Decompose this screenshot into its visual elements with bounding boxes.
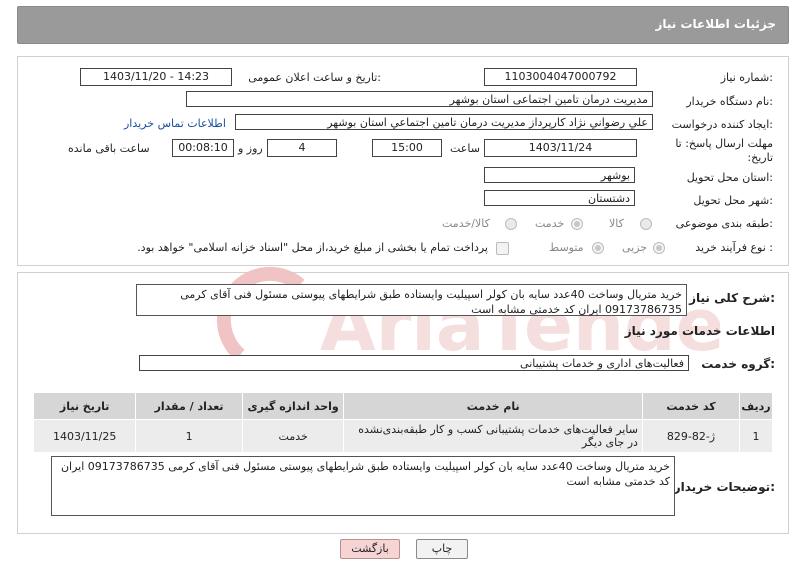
service-group-label: گروه خدمت: xyxy=(701,357,775,371)
services-table: ردیف کد خدمت نام خدمت واحد اندازه گیری ت… xyxy=(32,392,773,453)
process-option-medium: متوسط xyxy=(549,241,584,254)
province-field[interactable]: بوشهر xyxy=(484,167,635,183)
service-group-field[interactable]: فعالیت‌های اداری و خدمات پشتیبانی xyxy=(139,355,689,371)
table-header-row: ردیف کد خدمت نام خدمت واحد اندازه گیری ت… xyxy=(32,392,773,420)
deadline-date-field[interactable]: 1403/11/24 xyxy=(484,139,637,157)
deadline-label: مهلت ارسال پاسخ: تا تاریخ: xyxy=(675,137,773,164)
page-title: جزئیات اطلاعات نیاز xyxy=(655,17,776,31)
buyer-notes-label: توضیحات خریدار: xyxy=(673,480,775,494)
category-radio-goods[interactable] xyxy=(640,218,652,230)
city-label: شهر محل تحویل: xyxy=(693,194,773,207)
creator-field[interactable]: علي رضواني نژاد كارپرداز مديريت درمان تا… xyxy=(235,114,653,130)
col-unit: واحد اندازه گیری xyxy=(241,392,345,420)
creator-label: ایجاد کننده درخواست: xyxy=(671,118,773,131)
cell-row: 1 xyxy=(739,419,773,453)
deadline-time-field[interactable]: 15:00 xyxy=(372,139,442,157)
time-label: ساعت xyxy=(450,142,480,155)
cell-need-date: 1403/11/25 xyxy=(32,419,137,453)
process-label: نوع فرآیند خرید : xyxy=(695,241,773,254)
print-button[interactable]: چاپ xyxy=(416,539,468,559)
col-row: ردیف xyxy=(739,392,773,420)
category-label: طبقه بندی موضوعی: xyxy=(675,217,773,230)
category-option-service: خدمت xyxy=(535,217,565,230)
days-field[interactable]: 4 xyxy=(267,139,337,157)
buyer-notes-textarea[interactable]: خرید متریال وساخت 40عدد سایه بان کولر اس… xyxy=(51,456,675,516)
category-radio-service[interactable] xyxy=(571,218,583,230)
col-need-date: تاریخ نیاز xyxy=(32,392,137,420)
col-service-code: کد خدمت xyxy=(641,392,741,420)
announce-label: تاریخ و ساعت اعلان عمومی: xyxy=(248,71,381,84)
payment-note: پرداخت تمام یا بخشی از مبلغ خرید،از محل … xyxy=(137,241,488,254)
services-section-title: اطلاعات خدمات مورد نیاز xyxy=(624,324,775,338)
category-option-goods: کالا xyxy=(609,217,624,230)
back-button[interactable]: بازگشت xyxy=(340,539,400,559)
remaining-label: ساعت باقی مانده xyxy=(68,142,150,155)
description-textarea[interactable]: خرید متریال وساخت 40عدد سایه بان کولر اس… xyxy=(136,284,687,316)
page-header: جزئیات اطلاعات نیاز xyxy=(17,6,789,44)
buyer-org-label: نام دستگاه خریدار: xyxy=(686,95,773,108)
city-field[interactable]: دشتستان xyxy=(484,190,635,206)
category-option-goods-service: کالا/خدمت xyxy=(442,217,490,230)
need-number-label: شماره نیاز: xyxy=(720,71,773,84)
process-option-minor: جزیی xyxy=(622,241,648,254)
description-label: شرح کلی نیاز: xyxy=(689,291,775,305)
buyer-contact-link[interactable]: اطلاعات تماس خریدار xyxy=(124,117,226,130)
province-label: استان محل تحویل: xyxy=(686,171,773,184)
category-radio-goods-service[interactable] xyxy=(505,218,517,230)
table-row: 1 ژ-82-829 سایر فعالیت‌های خدمات پشتیبان… xyxy=(32,419,773,453)
treasury-checkbox[interactable] xyxy=(496,242,509,255)
announce-field[interactable]: 1403/11/20 - 14:23 xyxy=(80,68,232,86)
remaining-time-field[interactable]: 00:08:10 xyxy=(172,139,234,157)
need-number-field[interactable]: 1103004047000792 xyxy=(484,68,637,86)
cell-unit: خدمت xyxy=(241,419,345,453)
buyer-org-field[interactable]: مدیریت درمان تامین اجتماعی استان بوشهر xyxy=(186,91,653,107)
cell-quantity: 1 xyxy=(135,419,243,453)
cell-service-name: سایر فعالیت‌های خدمات پشتیبانی کسب و کار… xyxy=(343,419,643,453)
col-service-name: نام خدمت xyxy=(343,392,643,420)
days-label: روز و xyxy=(238,142,263,155)
process-radio-minor[interactable] xyxy=(653,242,665,254)
process-radio-medium[interactable] xyxy=(592,242,604,254)
cell-service-code: ژ-82-829 xyxy=(641,419,741,453)
col-quantity: تعداد / مقدار xyxy=(135,392,243,420)
